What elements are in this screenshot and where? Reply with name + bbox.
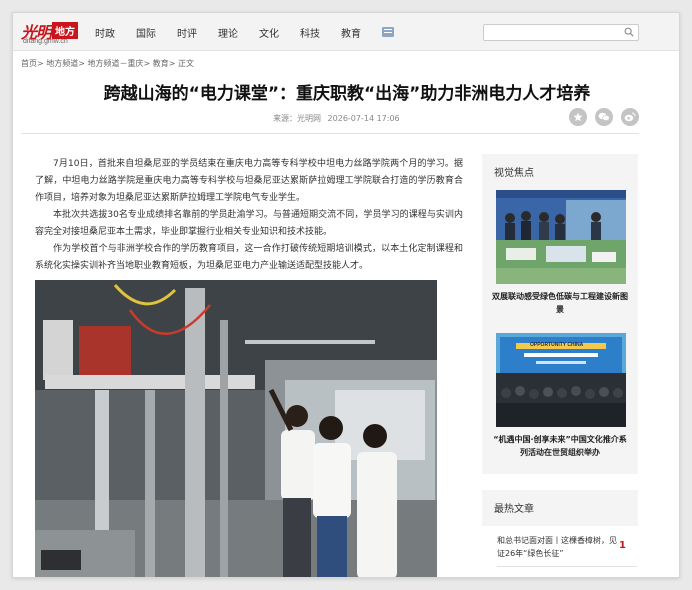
article-photo xyxy=(35,280,437,577)
hot-articles-title: 最热文章 xyxy=(494,504,534,515)
nav-item-technology[interactable]: 科技 xyxy=(300,25,320,40)
search-icon[interactable] xyxy=(624,27,634,37)
menu-grid-icon[interactable] xyxy=(382,27,394,37)
hot-article-item[interactable]: 和总书记面对面丨这棵香樟树，见证26年“绿色长征” xyxy=(497,534,617,560)
hot-articles-header: 最热文章 xyxy=(482,490,638,526)
nav-item-commentary[interactable]: 时评 xyxy=(177,25,197,40)
nav-item-education[interactable]: 教育 xyxy=(341,25,361,40)
weibo-icon[interactable] xyxy=(621,108,639,126)
article-title: 跨越山海的“电力课堂”：重庆职教“出海”助力非洲电力人才培养 xyxy=(103,84,591,104)
site-logo[interactable]: 光明 地方 difang.gmw.cn xyxy=(21,19,83,47)
nav-item-international[interactable]: 国际 xyxy=(136,25,156,40)
article-paragraph: 本批次共选拔30名专业成绩排名靠前的学员赴渝学习。与普通短期交流不同，学员学习的… xyxy=(35,210,463,237)
top-navigation-bar: 光明 地方 difang.gmw.cn 时政 国际 时评 理论 文化 科技 教育 xyxy=(13,13,679,51)
breadcrumb-home[interactable]: 首页 xyxy=(21,59,37,68)
nav-item-culture[interactable]: 文化 xyxy=(259,25,279,40)
article-datetime: 2026-07-14 17:06 xyxy=(327,114,400,123)
article-meta: 来源：光明网 2026-07-14 17:06 xyxy=(273,113,400,124)
breadcrumb: 首页> 地方频道> 地方频道－重庆> 教育> 正文 xyxy=(21,59,194,68)
focus-caption-1[interactable]: 双展联动感受绿色低碳与工程建设新图景 xyxy=(490,290,630,316)
search-input[interactable] xyxy=(484,29,620,45)
focus-caption-2[interactable]: “机遇中国·创享未来”中国文化推介系列活动在世贸组织举办 xyxy=(490,433,630,459)
wechat-icon[interactable] xyxy=(595,108,613,126)
logo-domain: difang.gmw.cn xyxy=(23,38,68,45)
search-box xyxy=(483,24,639,45)
hot-article-rank: 1 xyxy=(619,540,626,551)
nav-item-politics[interactable]: 时政 xyxy=(95,25,115,40)
visual-focus-title: 视觉焦点 xyxy=(494,168,534,179)
breadcrumb-local[interactable]: 地方频道 xyxy=(46,59,78,68)
main-nav: 时政 国际 时评 理论 文化 科技 教育 xyxy=(95,13,394,51)
article-source: 来源：光明网 xyxy=(273,114,321,123)
article-body: 7月10日，首批来自坦桑尼亚的学员结束在重庆电力高等专科学校中坦电力丝路学院两个… xyxy=(35,156,463,275)
focus-image-2[interactable]: OPPORTUNITY CHINA xyxy=(496,333,626,427)
screen-banner-text: OPPORTUNITY CHINA xyxy=(530,342,584,348)
article-paragraph: 作为学校首个与非洲学校合作的学历教育项目，这一合作打破传统短期培训模式，以本土化… xyxy=(35,244,463,271)
comment-share-icon[interactable] xyxy=(569,108,587,126)
article-paragraph: 7月10日，首批来自坦桑尼亚的学员结束在重庆电力高等专科学校中坦电力丝路学院两个… xyxy=(35,159,463,203)
logo-channel-badge: 地方 xyxy=(52,22,78,39)
focus-image-1[interactable] xyxy=(496,190,626,284)
hot-divider xyxy=(497,566,637,567)
browser-frame: 光明 地方 difang.gmw.cn 时政 国际 时评 理论 文化 科技 教育… xyxy=(12,12,680,578)
nav-item-theory[interactable]: 理论 xyxy=(218,25,238,40)
breadcrumb-education[interactable]: 教育 xyxy=(153,59,169,68)
breadcrumb-chongqing[interactable]: 地方频道－重庆 xyxy=(88,59,144,68)
header-divider xyxy=(21,133,639,134)
breadcrumb-current: 正文 xyxy=(178,59,194,68)
